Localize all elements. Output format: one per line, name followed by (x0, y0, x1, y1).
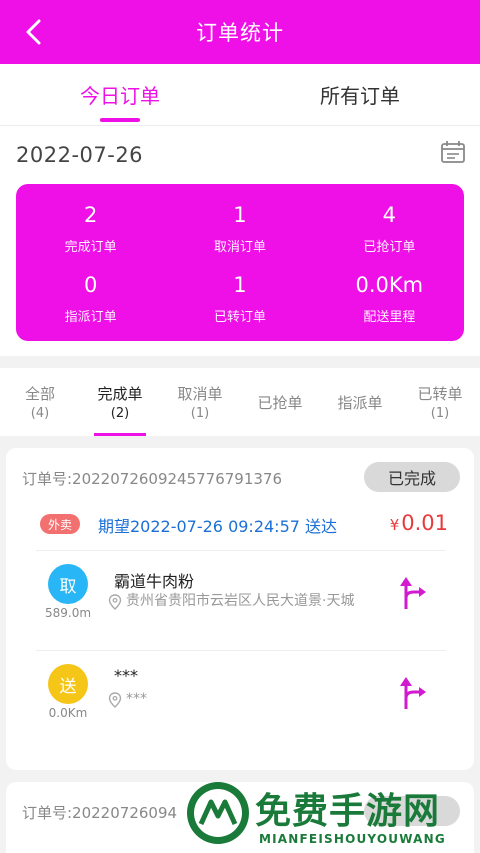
stat-label: 已转订单 (213, 309, 266, 325)
stat-completed: 2 完成订单 (16, 194, 165, 264)
pickup-address: 贵州省贵阳市云岩区人民大道景·天城 (126, 593, 355, 609)
stat-assigned: 0 指派订单 (16, 264, 165, 334)
tab-assigned[interactable]: 指派单 (320, 368, 400, 436)
delivery-address: *** (126, 691, 147, 707)
currency-symbol: ¥ (389, 516, 400, 534)
location-pin-icon (108, 594, 122, 610)
stat-label: 取消订单 (213, 240, 266, 256)
stat-grabbed: 4 已抢订单 (315, 194, 464, 264)
location-pin-icon (108, 692, 122, 708)
pickup-badge: 取 (48, 564, 88, 604)
stat-value: 0.0Km (355, 272, 424, 297)
navigation-icon[interactable] (398, 574, 428, 610)
tab-count: (4) (30, 406, 50, 421)
tab-count: (1) (190, 406, 210, 421)
navigation-icon[interactable] (398, 674, 428, 710)
main-tabs: 今日订单 所有订单 (0, 64, 480, 126)
order-number: 订单号:20220726094 (22, 804, 178, 822)
tab-count: (2) (110, 406, 130, 421)
tab-all[interactable]: 全部 (4) (0, 368, 80, 436)
calendar-icon[interactable] (440, 140, 466, 164)
stat-label: 指派订单 (64, 309, 117, 325)
back-button[interactable] (18, 16, 50, 48)
tab-label: 完成单 (97, 385, 143, 403)
tab-all-orders[interactable]: 所有订单 (240, 64, 480, 125)
stat-transferred: 1 已转订单 (165, 264, 314, 334)
page-title: 订单统计 (196, 21, 284, 45)
tab-grabbed[interactable]: 已抢单 (240, 368, 320, 436)
delivery-name: *** (114, 666, 138, 685)
stat-value: 1 (233, 203, 247, 228)
pickup-name: 霸道牛肉粉 (114, 572, 195, 591)
tab-count: (1) (430, 406, 450, 421)
tab-cancelled[interactable]: 取消单 (1) (160, 368, 240, 436)
divider (36, 650, 446, 651)
delivery-distance: 0.0Km (48, 706, 88, 720)
app-header: 订单统计 (0, 0, 480, 64)
watermark-subtitle: MIANFEISHOUYOUWANG (259, 832, 446, 846)
order-type-badge: 外卖 (40, 514, 81, 534)
tab-label: 已抢单 (257, 393, 303, 412)
price-value: 0.01 (401, 511, 448, 535)
order-card[interactable]: 订单号:20220726092457767913​76 已完成 外卖 期望202… (6, 448, 474, 770)
stat-value: 0 (83, 272, 98, 297)
status-badge: 已完成 (364, 462, 460, 492)
tab-label: 指派单 (337, 393, 383, 412)
stat-label: 完成订单 (64, 240, 117, 256)
watermark-title: 免费手游网 (255, 791, 441, 832)
expected-delivery-time: 期望2022-07-26 09:24:57 送达 (98, 517, 338, 536)
stat-label: 已抢订单 (363, 240, 416, 256)
order-number: 订单号:20220726092457767913​76 (22, 470, 283, 488)
stat-label: 配送里程 (363, 309, 416, 325)
pickup-distance: 589.0m (44, 606, 92, 620)
stat-value: 1 (233, 272, 247, 297)
tab-label: 已转单 (417, 385, 463, 403)
stat-value: 4 (382, 203, 396, 228)
stats-card: 2 完成订单 1 取消订单 4 已抢订单 0 指派订单 1 已转订单 0.0Km… (16, 184, 464, 341)
watermark-logo-icon (187, 782, 249, 844)
stat-mileage: 0.0Km 配送里程 (315, 264, 464, 334)
stat-value: 2 (83, 203, 98, 228)
tab-completed[interactable]: 完成单 (2) (80, 368, 160, 436)
tab-label: 取消单 (177, 385, 223, 403)
delivery-badge: 送 (48, 664, 88, 704)
order-price: ¥0.01 (390, 511, 448, 535)
chevron-left-icon (26, 19, 41, 45)
tab-label: 全部 (24, 385, 55, 403)
date-row: 2022-07-26 (0, 126, 480, 184)
selected-date: 2022-07-26 (16, 143, 144, 167)
status-tabs: 全部 (4) 完成单 (2) 取消单 (1) 已抢单 指派单 已转单 (1) (0, 368, 480, 436)
stat-cancelled: 1 取消订单 (165, 194, 314, 264)
tab-today-orders[interactable]: 今日订单 (0, 64, 240, 125)
watermark: 免费手游网 MIANFEISHOUYOUWANG (185, 780, 480, 853)
divider (36, 550, 446, 551)
tab-transferred[interactable]: 已转单 (1) (400, 368, 480, 436)
